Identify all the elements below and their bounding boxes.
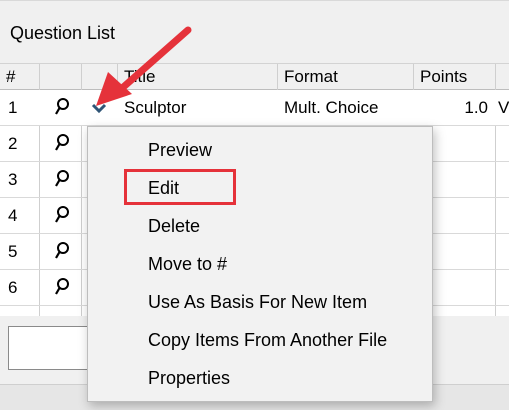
- column-header-extra[interactable]: [496, 64, 509, 90]
- preview-button[interactable]: [40, 234, 82, 270]
- question-extra: V: [498, 98, 509, 117]
- menu-item-edit[interactable]: Edit: [88, 169, 434, 207]
- magnifier-icon[interactable]: [54, 241, 70, 261]
- row-number: 1: [8, 98, 18, 117]
- preview-button[interactable]: [40, 162, 82, 198]
- question-title: Sculptor: [124, 98, 187, 117]
- row-number: 4: [8, 206, 18, 225]
- panel-title: Question List: [10, 23, 116, 43]
- row-menu-button[interactable]: [82, 90, 118, 126]
- menu-item-properties[interactable]: Properties: [88, 359, 434, 397]
- question-format: Mult. Choice: [284, 98, 379, 117]
- row-number: 6: [8, 278, 18, 297]
- row-number: 2: [8, 134, 18, 153]
- preview-button[interactable]: [40, 270, 82, 306]
- question-points: 1.0: [464, 98, 488, 117]
- row-number: 3: [8, 170, 18, 189]
- magnifier-icon[interactable]: [54, 97, 70, 117]
- magnifier-icon[interactable]: [54, 133, 70, 153]
- menu-item-copy-items[interactable]: Copy Items From Another File: [88, 321, 434, 359]
- preview-button[interactable]: [40, 198, 82, 234]
- menu-item-move-to[interactable]: Move to #: [88, 245, 434, 283]
- magnifier-icon[interactable]: [54, 277, 70, 297]
- menu-item-use-as-basis[interactable]: Use As Basis For New Item: [88, 283, 434, 321]
- menu-item-delete[interactable]: Delete: [88, 207, 434, 245]
- row-number: 5: [8, 242, 18, 261]
- preview-button[interactable]: [40, 90, 82, 126]
- table-row[interactable]: 1 Sculptor Mult. Choice 1.0 V: [0, 90, 509, 126]
- context-menu: Preview Edit Delete Move to # Use As Bas…: [87, 126, 433, 402]
- magnifier-icon[interactable]: [54, 205, 70, 225]
- chevron-down-icon[interactable]: [90, 99, 108, 117]
- menu-item-preview[interactable]: Preview: [88, 131, 434, 169]
- preview-button[interactable]: [40, 126, 82, 162]
- panel-title-bar: Question List: [0, 0, 509, 64]
- magnifier-icon[interactable]: [54, 169, 70, 189]
